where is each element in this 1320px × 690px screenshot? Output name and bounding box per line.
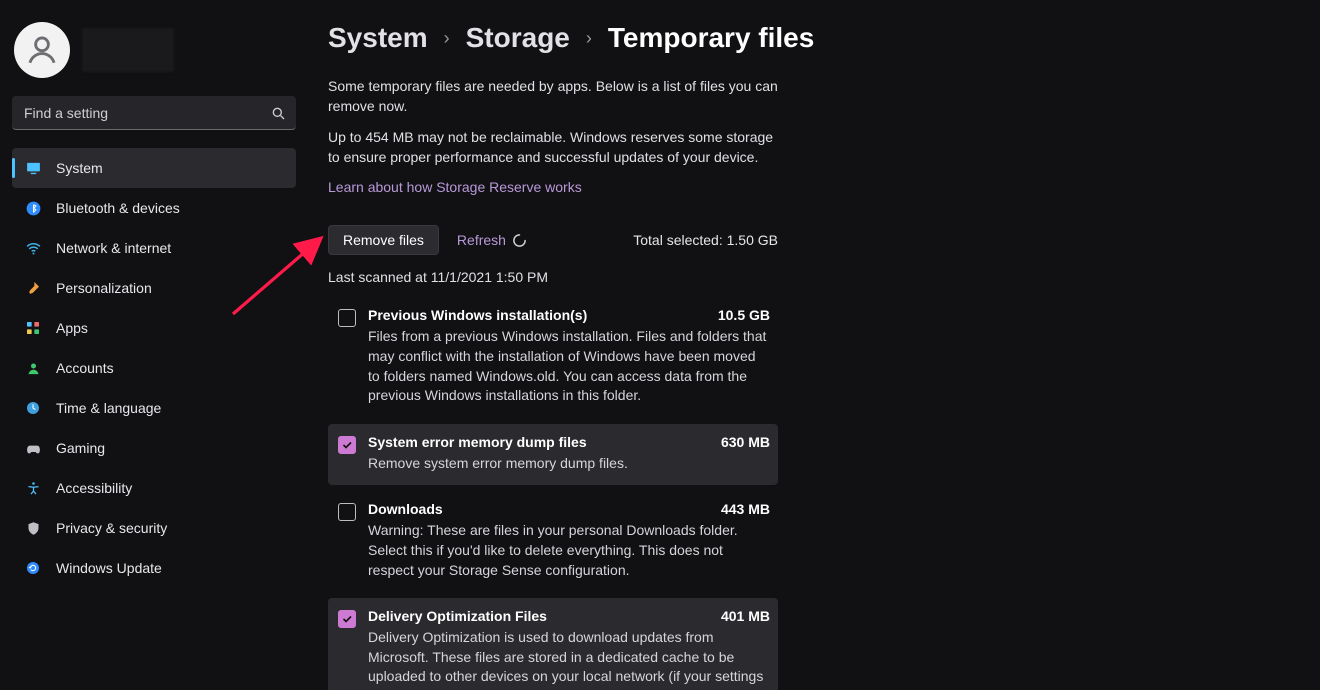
refresh-label: Refresh	[457, 232, 506, 248]
file-size: 443 MB	[721, 501, 770, 517]
search-icon	[270, 105, 286, 121]
file-title: Delivery Optimization Files	[368, 608, 547, 624]
monitor-icon	[24, 159, 42, 177]
breadcrumb-storage[interactable]: Storage	[466, 22, 570, 54]
nav-list: System Bluetooth & devices Network & int…	[12, 148, 296, 588]
file-desc: Delivery Optimization is used to downloa…	[368, 628, 770, 690]
sidebar-item-system[interactable]: System	[12, 148, 296, 188]
sidebar-item-label: Windows Update	[56, 560, 284, 576]
wifi-icon	[24, 239, 42, 257]
file-size: 401 MB	[721, 608, 770, 624]
chevron-right-icon: ›	[444, 28, 450, 49]
avatar	[14, 22, 70, 78]
storage-reserve-link[interactable]: Learn about how Storage Reserve works	[328, 179, 582, 195]
sidebar-item-label: Privacy & security	[56, 520, 284, 536]
file-item-delivery-optimization[interactable]: Delivery Optimization Files 401 MB Deliv…	[328, 598, 778, 690]
total-selected: Total selected: 1.50 GB	[633, 232, 778, 248]
checkbox[interactable]	[338, 503, 356, 521]
breadcrumb-system[interactable]: System	[328, 22, 428, 54]
checkbox[interactable]	[338, 309, 356, 327]
file-title: Downloads	[368, 501, 443, 517]
checkbox[interactable]	[338, 610, 356, 628]
file-desc: Warning: These are files in your persona…	[368, 521, 770, 580]
refresh-spinner-icon	[512, 233, 527, 248]
remove-files-button[interactable]: Remove files	[328, 225, 439, 255]
sidebar-item-time[interactable]: Time & language	[12, 388, 296, 428]
sidebar: System Bluetooth & devices Network & int…	[0, 10, 308, 690]
person-icon	[25, 33, 59, 67]
sidebar-item-label: System	[56, 160, 284, 176]
breadcrumb: System › Storage › Temporary files	[328, 22, 1280, 54]
user-account-row[interactable]	[12, 18, 296, 96]
search-wrap	[12, 96, 296, 130]
file-item-memory-dump[interactable]: System error memory dump files 630 MB Re…	[328, 424, 778, 486]
sidebar-item-label: Network & internet	[56, 240, 284, 256]
sidebar-item-label: Gaming	[56, 440, 284, 456]
sidebar-item-label: Time & language	[56, 400, 284, 416]
file-size: 10.5 GB	[718, 307, 770, 323]
action-row: Remove files Refresh Total selected: 1.5…	[328, 225, 778, 255]
check-icon	[341, 439, 353, 451]
intro-line-2: Up to 454 MB may not be reclaimable. Win…	[328, 127, 778, 168]
sidebar-item-apps[interactable]: Apps	[12, 308, 296, 348]
search-input[interactable]	[12, 96, 296, 130]
sidebar-item-bluetooth[interactable]: Bluetooth & devices	[12, 188, 296, 228]
file-title: System error memory dump files	[368, 434, 587, 450]
gamepad-icon	[24, 439, 42, 457]
last-scanned: Last scanned at 11/1/2021 1:50 PM	[328, 269, 1280, 285]
brush-icon	[24, 279, 42, 297]
checkbox[interactable]	[338, 436, 356, 454]
sidebar-item-privacy[interactable]: Privacy & security	[12, 508, 296, 548]
person-icon	[24, 359, 42, 377]
sidebar-item-personalization[interactable]: Personalization	[12, 268, 296, 308]
refresh-button[interactable]: Refresh	[457, 232, 527, 248]
user-name-redacted	[82, 28, 174, 72]
bluetooth-icon	[24, 199, 42, 217]
sidebar-item-label: Bluetooth & devices	[56, 200, 284, 216]
sidebar-item-label: Personalization	[56, 280, 284, 296]
file-desc: Files from a previous Windows installati…	[368, 327, 770, 405]
sidebar-item-label: Accounts	[56, 360, 284, 376]
main-content: System › Storage › Temporary files Some …	[308, 10, 1320, 690]
sidebar-item-accessibility[interactable]: Accessibility	[12, 468, 296, 508]
file-title: Previous Windows installation(s)	[368, 307, 587, 323]
breadcrumb-current: Temporary files	[608, 22, 814, 54]
sidebar-item-update[interactable]: Windows Update	[12, 548, 296, 588]
temp-file-list: Previous Windows installation(s) 10.5 GB…	[328, 297, 778, 690]
file-item-downloads[interactable]: Downloads 443 MB Warning: These are file…	[328, 491, 778, 592]
apps-icon	[24, 319, 42, 337]
sidebar-item-gaming[interactable]: Gaming	[12, 428, 296, 468]
intro-line-1: Some temporary files are needed by apps.…	[328, 76, 778, 117]
file-item-previous-windows[interactable]: Previous Windows installation(s) 10.5 GB…	[328, 297, 778, 417]
sidebar-item-accounts[interactable]: Accounts	[12, 348, 296, 388]
sidebar-item-label: Apps	[56, 320, 284, 336]
chevron-right-icon: ›	[586, 28, 592, 49]
intro-text: Some temporary files are needed by apps.…	[328, 76, 778, 197]
sidebar-item-label: Accessibility	[56, 480, 284, 496]
update-icon	[24, 559, 42, 577]
sidebar-item-network[interactable]: Network & internet	[12, 228, 296, 268]
file-size: 630 MB	[721, 434, 770, 450]
file-desc: Remove system error memory dump files.	[368, 454, 770, 474]
check-icon	[341, 613, 353, 625]
clock-icon	[24, 399, 42, 417]
accessibility-icon	[24, 479, 42, 497]
shield-icon	[24, 519, 42, 537]
